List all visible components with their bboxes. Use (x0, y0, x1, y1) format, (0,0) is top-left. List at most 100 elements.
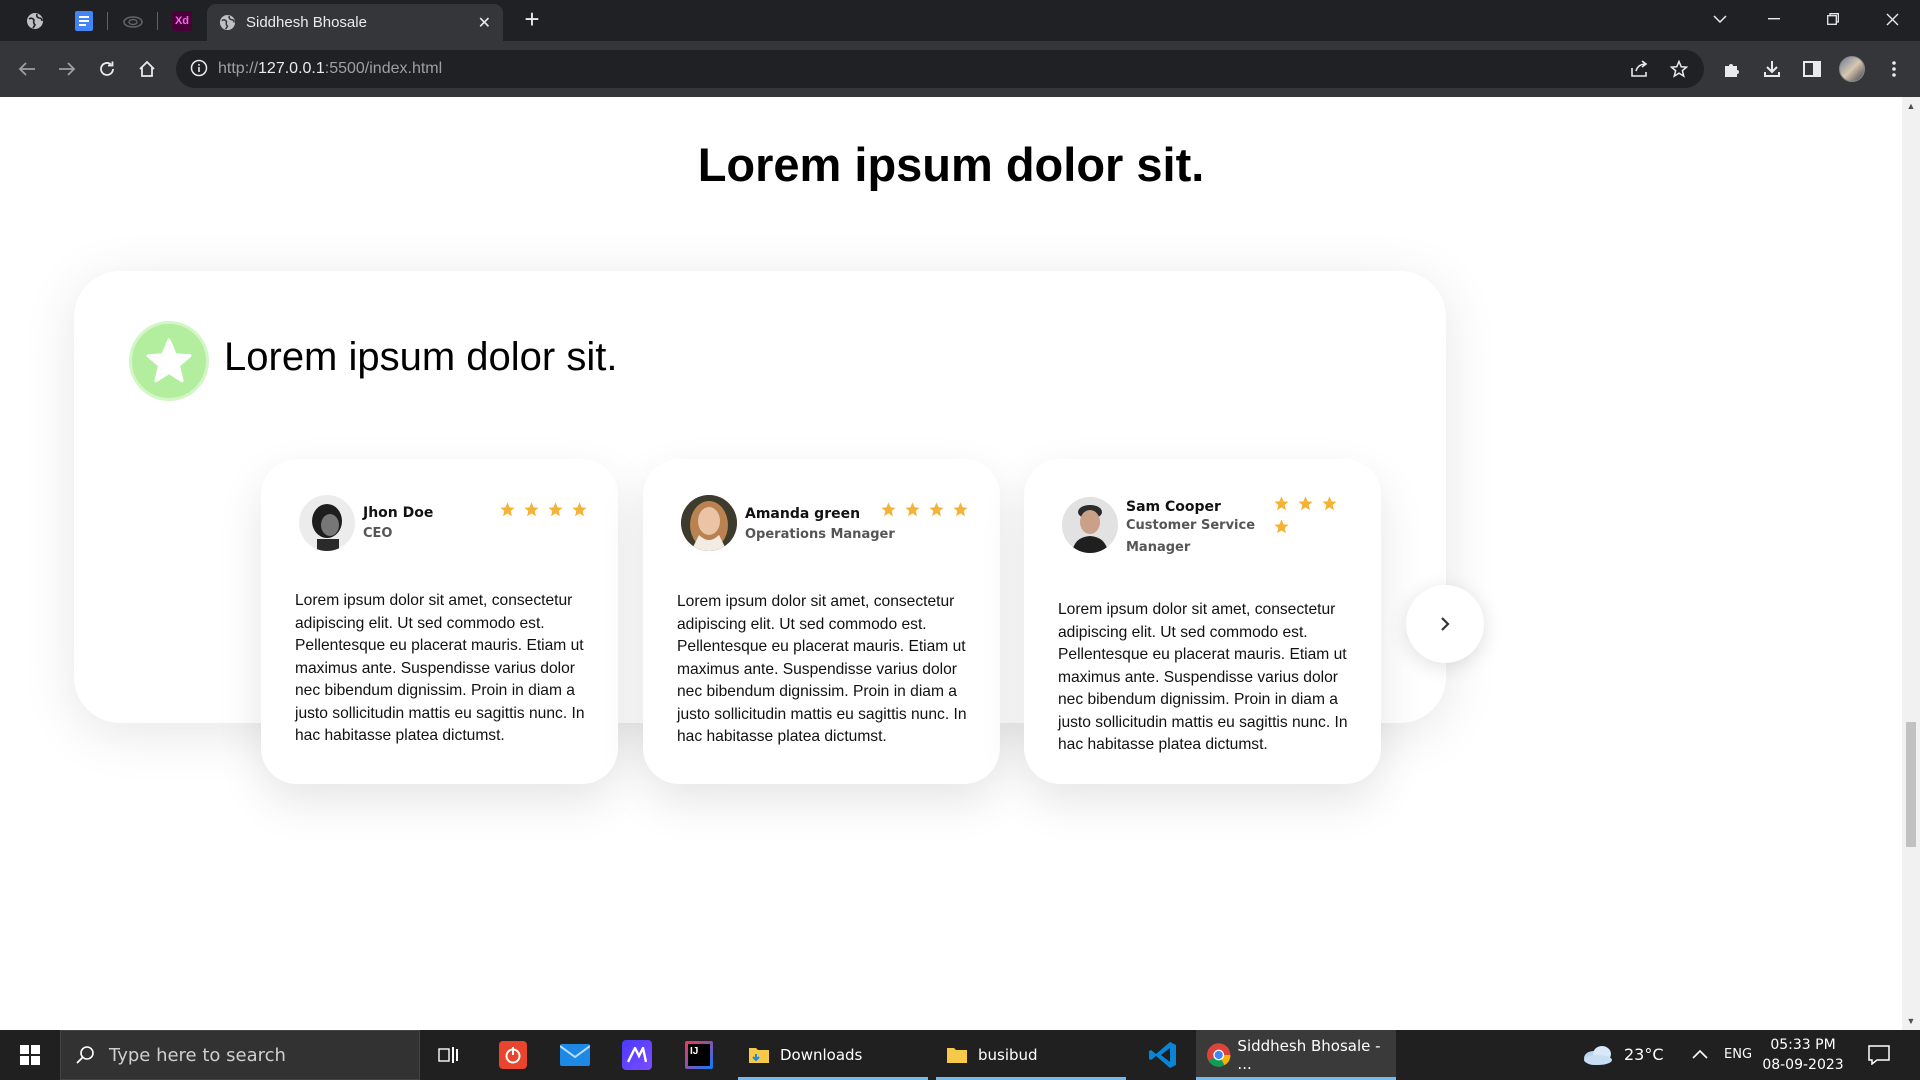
restore-icon (1827, 13, 1839, 25)
pinned-tab-docs[interactable] (64, 7, 104, 35)
back-button[interactable] (13, 55, 41, 83)
chevron-down-icon (1713, 15, 1727, 23)
restore-button[interactable] (1805, 0, 1861, 38)
pinned-tab-globe[interactable] (15, 7, 55, 35)
windows-taskbar: Type here to search IJ Downloads busibud (0, 1030, 1920, 1080)
download-icon (1764, 61, 1780, 77)
address-bar[interactable]: http://127.0.0.1:5500/index.html (176, 50, 1704, 88)
testimonial-text: Lorem ipsum dolor sit amet, consectetur … (295, 592, 585, 744)
star-icon (1322, 496, 1337, 511)
taskbar-app-intellij[interactable]: IJ (670, 1030, 728, 1080)
reload-icon (100, 61, 114, 76)
chevron-up-icon[interactable] (1692, 1049, 1708, 1059)
clock-date: 08-09-2023 (1762, 1057, 1844, 1073)
taskbar-search[interactable]: Type here to search (60, 1030, 420, 1080)
taskbar-app-label: busibud (978, 1046, 1038, 1064)
taskbar-app-editor[interactable] (608, 1030, 666, 1080)
forward-button[interactable] (53, 55, 81, 83)
star-icon (548, 502, 563, 517)
notifications-icon[interactable] (1868, 1045, 1890, 1065)
reviewer-role: Operations Manager (745, 524, 895, 546)
new-tab-button[interactable]: + (518, 6, 546, 34)
power-app-icon (499, 1041, 527, 1069)
tab-active[interactable]: Siddhesh Bhosale ✕ (207, 4, 503, 41)
taskbar-app-busibud[interactable]: busibud (936, 1030, 1126, 1080)
star-icon (929, 502, 944, 517)
search-placeholder: Type here to search (109, 1044, 286, 1066)
page-viewport: Lorem ipsum dolor sit. Lorem ipsum dolor… (0, 97, 1902, 1030)
share-icon[interactable] (1630, 60, 1650, 78)
scroll-down-arrow-icon[interactable]: ▼ (1906, 1016, 1916, 1026)
taskbar-app-downloads[interactable]: Downloads (738, 1030, 928, 1080)
screen: Xd Siddhesh Bhosale ✕ + http://127.0.0.1… (0, 0, 1920, 1080)
folder-icon (947, 1048, 967, 1063)
info-icon[interactable] (190, 59, 208, 77)
reviewer-role-line: Manager (1126, 540, 1191, 555)
editor-app-icon (622, 1040, 652, 1070)
start-button[interactable] (0, 1030, 60, 1080)
kebab-menu-icon (1892, 61, 1896, 77)
next-slide-button[interactable] (1406, 585, 1484, 663)
system-clock[interactable]: 05:33 PM 08-09-2023 (1758, 1035, 1848, 1075)
close-window-button[interactable] (1864, 0, 1920, 38)
bookmark-star-icon[interactable] (1670, 60, 1688, 78)
menu-button[interactable] (1880, 55, 1908, 83)
star-badge (129, 321, 209, 401)
side-panel-button[interactable] (1798, 55, 1826, 83)
puzzle-icon (1725, 64, 1739, 77)
tab-search-button[interactable] (1692, 0, 1748, 38)
side-panel-icon (1803, 61, 1821, 77)
page-scrollbar[interactable]: ▲ ▼ (1902, 97, 1920, 1030)
reviewer-role: CEO (363, 523, 392, 545)
reviewer-name: Jhon Doe (363, 505, 434, 521)
taskbar-app-power[interactable] (484, 1030, 542, 1080)
search-icon (76, 1046, 94, 1064)
home-icon (139, 60, 155, 77)
star-icon (1274, 519, 1289, 534)
taskbar-app-vscode[interactable] (1134, 1030, 1192, 1080)
reviewer-role-line: Operations Manager (745, 527, 895, 542)
task-view-button[interactable] (420, 1030, 478, 1080)
testimonial-card: Jhon Doe CEO Lorem ipsum dolor sit amet,… (261, 459, 618, 784)
avatar (1062, 497, 1118, 553)
url-scheme: http:// (218, 60, 259, 77)
reviewer-role-line: Customer Service (1126, 518, 1256, 533)
arrow-left-icon (18, 62, 35, 76)
taskbar-app-chrome[interactable]: Siddhesh Bhosale - ... (1196, 1030, 1396, 1080)
reload-button[interactable] (93, 55, 121, 83)
weather-temp[interactable]: 23°C (1624, 1045, 1664, 1064)
weather-cloud-icon[interactable] (1582, 1044, 1614, 1066)
star-rating (1273, 495, 1343, 535)
taskbar-app-mail[interactable] (546, 1030, 604, 1080)
testimonial-text: Lorem ipsum dolor sit amet, consectetur … (1058, 601, 1348, 753)
language-indicator[interactable]: ENG (1724, 1047, 1752, 1062)
avatar (681, 495, 737, 551)
testimonial-card: Sam Cooper Customer Service Manager Lore… (1024, 459, 1381, 784)
pinned-tab-adobe-xd[interactable]: Xd (162, 7, 202, 35)
profile-button[interactable] (1838, 55, 1866, 83)
tab-separator (107, 12, 108, 30)
chevron-right-icon (1441, 617, 1450, 631)
globe-icon (219, 14, 236, 31)
minimize-button[interactable] (1746, 0, 1802, 38)
chrome-icon (1206, 1043, 1231, 1067)
minimize-icon (1768, 18, 1780, 20)
folder-icon (749, 1048, 769, 1063)
reviewer-role-line: CEO (363, 526, 393, 541)
star-rating (880, 501, 976, 518)
docs-icon (75, 11, 93, 31)
downloads-button[interactable] (1758, 55, 1786, 83)
close-icon (1886, 13, 1898, 25)
star-icon (881, 502, 896, 517)
cloud-icon (123, 16, 143, 28)
taskbar-app-label: Siddhesh Bhosale - ... (1237, 1037, 1381, 1073)
scroll-up-arrow-icon[interactable]: ▲ (1906, 101, 1916, 111)
extensions-button[interactable] (1718, 55, 1746, 83)
globe-icon (27, 13, 43, 29)
scrollbar-thumb[interactable] (1906, 722, 1916, 847)
adobe-xd-icon: Xd (172, 11, 192, 31)
pinned-tab-cloud[interactable] (113, 7, 153, 35)
home-button[interactable] (133, 55, 161, 83)
taskbar-app-label: Downloads (780, 1046, 863, 1064)
close-tab-icon[interactable]: ✕ (478, 13, 491, 33)
